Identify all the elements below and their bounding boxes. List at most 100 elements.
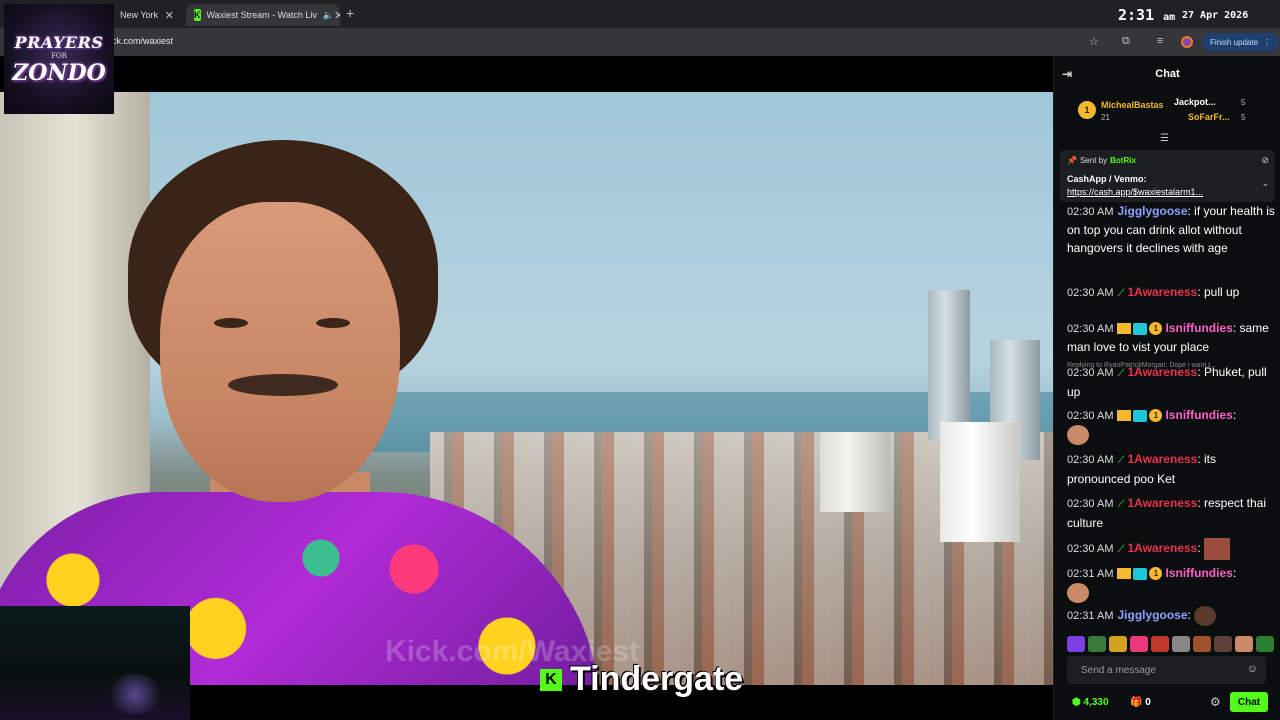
message-time: 02:30 AM (1067, 367, 1114, 379)
pin-icon: 📌 (1067, 156, 1077, 165)
unpin-icon[interactable]: ⊘ (1261, 155, 1269, 166)
leader-count: 5 (1241, 98, 1246, 107)
streamer-eye (214, 318, 248, 328)
emote-icon[interactable] (1067, 636, 1085, 652)
emote-icon[interactable] (1172, 636, 1190, 652)
leader-name[interactable]: MichealBastas (1101, 100, 1164, 110)
sub-badge-icon: 1 (1149, 567, 1163, 581)
message-time: 02:30 AM (1067, 410, 1114, 422)
message-time: 02:30 AM (1067, 206, 1114, 218)
chat-message: 02:30 AM ⟋ 1Awareness: its pronounced poo … (1067, 450, 1277, 488)
emote-icon[interactable] (1088, 636, 1106, 652)
crown-badge-icon (1117, 568, 1132, 580)
emote-icon[interactable] (1151, 636, 1169, 652)
chat-footer: ⬢ 4,330 🎁 0 ⚙ Chat (1054, 690, 1280, 716)
message-time: 02:30 AM (1067, 543, 1114, 556)
emote-icon[interactable] (1214, 636, 1232, 652)
message-user[interactable]: 1Awareness (1127, 365, 1197, 379)
new-tab-icon[interactable]: + (346, 5, 354, 21)
sent-by-label: Sent by (1079, 156, 1108, 165)
message-text: : (1187, 608, 1191, 623)
logo-text-for: FOR (51, 51, 67, 60)
leader-name[interactable]: Jackpot... (1174, 97, 1216, 107)
message-user[interactable]: 1Awareness (1127, 496, 1197, 510)
logo-text-top: PRAYERS (14, 32, 104, 52)
emote-icon[interactable] (1109, 636, 1127, 652)
chevron-down-icon[interactable]: ⌄ (1261, 178, 1269, 189)
bot-name[interactable]: BotRix (1110, 156, 1136, 165)
emote-icon[interactable] (1193, 636, 1211, 652)
extensions-icon[interactable]: ⧉ (1122, 35, 1130, 48)
emote-icon[interactable] (1235, 636, 1253, 652)
pinned-text: CashApp / Venmo: (1067, 174, 1147, 184)
video-player[interactable]: Kick.com/Waxiest (0, 92, 1053, 685)
streamer-face (160, 202, 400, 502)
message-user[interactable]: Jigglygoose (1117, 608, 1187, 622)
leader-name[interactable]: SoFarFr... (1188, 112, 1230, 122)
pinned-link[interactable]: https://cash.app/$waxiestalarm1... (1067, 187, 1203, 197)
message-time: 02:31 AM (1067, 568, 1114, 580)
gift-leaderboard: 1 MichealBastas 21 Jackpot... 5 SoFarFr.… (1054, 94, 1280, 134)
star-icon[interactable]: ☆ (1089, 35, 1099, 48)
chat-panel: ⇥ Chat 1 MichealBastas 21 Jackpot... 5 S… (1053, 56, 1280, 720)
points-value: 4,330 (1083, 697, 1109, 708)
video-scene-building (820, 432, 890, 512)
leader-count: 5 (1241, 113, 1246, 122)
streamer-eye (316, 318, 350, 328)
sword-badge-icon: ⟋ (1117, 455, 1125, 466)
emote-bar (1067, 636, 1277, 654)
leader-count: 21 (1101, 113, 1110, 122)
media-icon[interactable]: ≡ (1157, 35, 1163, 47)
chat-title: Chat (1155, 68, 1180, 80)
gift-count[interactable]: 🎁 0 (1130, 697, 1151, 708)
message-user[interactable]: Isniffundies (1165, 566, 1232, 580)
gear-icon[interactable]: ⚙ (1210, 695, 1221, 709)
chat-input-box: ☺ (1067, 656, 1266, 684)
logo-text-name: ZONDO (12, 59, 106, 86)
chat-message: 02:30 AM ⟋ 1Awareness: (1067, 538, 1277, 560)
close-icon[interactable]: ✕ (165, 9, 174, 22)
emote-icon[interactable] (1130, 636, 1148, 652)
message-text: : pull up (1197, 285, 1240, 299)
chat-message: 02:30 AM 1 Isniffundies: (1067, 406, 1277, 445)
message-user[interactable]: 1Awareness (1127, 452, 1197, 466)
profile-avatar[interactable] (1181, 36, 1193, 48)
browser-tab[interactable]: New York ✕ (112, 4, 182, 26)
tab-title: New York (120, 10, 159, 20)
channel-points[interactable]: ⬢ 4,330 (1072, 697, 1109, 708)
clock-ampm: am (1163, 12, 1176, 23)
expand-leaderboard-icon[interactable]: ☰ (1160, 133, 1169, 144)
emote-icon (1067, 583, 1089, 603)
more-icon: ⋮ (1263, 37, 1272, 47)
rank-badge: 1 (1078, 101, 1096, 119)
speaker-icon[interactable]: 🔈 (323, 10, 334, 21)
close-icon[interactable]: ✕ (334, 9, 340, 22)
emote-icon[interactable] (1256, 636, 1274, 652)
browser-tab-active[interactable]: K Waxiest Stream - Watch Liv 🔈 ✕ (186, 4, 340, 26)
stream-caption: K Tindergate (540, 660, 743, 699)
emote-icon (1204, 538, 1230, 560)
message-user[interactable]: Isniffundies (1165, 408, 1232, 422)
overlay-date: 27 Apr 2026 (1182, 10, 1249, 21)
message-user[interactable]: Jigglygoose (1117, 204, 1187, 218)
chat-message: 02:30 AM ⟋ 1Awareness: pull up (1067, 283, 1277, 303)
emoji-icon[interactable]: ☺ (1247, 663, 1258, 675)
sword-badge-icon: ⟋ (1117, 288, 1125, 299)
message-user[interactable]: Isniffundies (1165, 321, 1232, 335)
chat-message: 02:30 AM Jigglygoose: if your health is o… (1067, 202, 1277, 257)
chat-input[interactable] (1067, 656, 1266, 684)
browser-tab-bar: New York ✕ K Waxiest Stream - Watch Liv … (0, 0, 1280, 28)
webcam-glow (105, 674, 165, 714)
message-user[interactable]: 1Awareness (1127, 541, 1197, 555)
gift-badge-icon (1133, 567, 1148, 580)
overlay-clock: 2:31 am (1118, 6, 1175, 24)
address-bar: ck.com/waxiest ☆ ⧉ ≡ (0, 28, 1280, 56)
message-user[interactable]: 1Awareness (1127, 285, 1197, 299)
url-field[interactable]: ck.com/waxiest (112, 36, 173, 46)
finish-update-button[interactable]: Finish update ⋮ (1202, 33, 1280, 51)
video-scene-building (940, 422, 1020, 542)
send-chat-button[interactable]: Chat (1230, 692, 1268, 712)
caption-text: Tindergate (570, 660, 744, 698)
gift-value: 0 (1145, 697, 1151, 708)
collapse-chat-icon[interactable]: ⇥ (1062, 67, 1072, 81)
